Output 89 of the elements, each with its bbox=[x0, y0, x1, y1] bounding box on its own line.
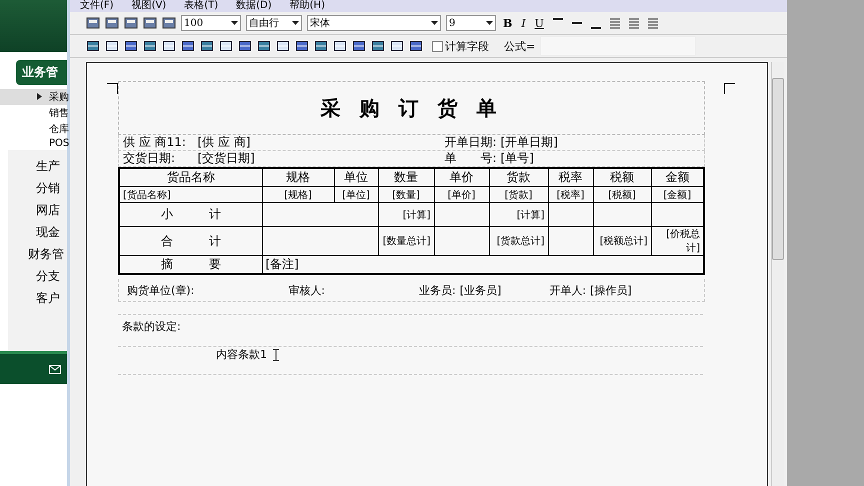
column-header: 货款 bbox=[489, 168, 548, 186]
menu-item[interactable]: 帮助(H) bbox=[290, 0, 325, 12]
table-cell: [规格] bbox=[262, 186, 334, 202]
table-cell: [货款] bbox=[489, 186, 548, 202]
signature-value: [业务员] bbox=[458, 282, 502, 298]
table-cell: [数量] bbox=[378, 186, 434, 202]
column-header: 单位 bbox=[334, 168, 378, 186]
module-item[interactable]: 生产 bbox=[36, 158, 60, 174]
align-right-icon[interactable] bbox=[646, 16, 660, 30]
table-cell: [价税总计] bbox=[651, 226, 704, 256]
table-cell bbox=[593, 202, 651, 226]
module-item[interactable]: 客户 bbox=[36, 290, 60, 306]
table-cell: [单价] bbox=[434, 186, 489, 202]
formula-field[interactable] bbox=[540, 36, 696, 56]
report-title: 采 购 订 货 单 bbox=[320, 94, 502, 122]
signature-value: [操作员] bbox=[589, 282, 632, 298]
module-item[interactable]: 分支 bbox=[36, 268, 60, 284]
triangle-icon bbox=[37, 93, 42, 100]
underline-button[interactable]: U bbox=[532, 16, 546, 30]
table-cell: [税额总计] bbox=[593, 226, 651, 256]
terms-item: 内容条款1 bbox=[216, 347, 267, 362]
field-label: 供 应 商11: bbox=[122, 134, 187, 151]
table-cell bbox=[334, 226, 378, 256]
caret-icon bbox=[486, 21, 493, 25]
corner-mark bbox=[724, 83, 735, 94]
field-label: 开单日期: bbox=[443, 134, 498, 151]
vertical-scrollbar[interactable] bbox=[771, 62, 784, 486]
caret-icon bbox=[292, 21, 299, 25]
caret-icon bbox=[231, 21, 238, 25]
table-cell bbox=[434, 226, 489, 256]
formula-label: 公式= bbox=[504, 38, 536, 54]
column-header: 单价 bbox=[434, 168, 489, 186]
module-item[interactable]: 网店 bbox=[36, 202, 60, 218]
signature-label: 开单人: bbox=[548, 282, 586, 298]
module-item[interactable]: 分销 bbox=[36, 180, 60, 196]
sidebar-item[interactable]: POS bbox=[0, 137, 67, 150]
column-header: 数量 bbox=[378, 168, 434, 186]
size-dropdown[interactable]: 9 bbox=[446, 15, 496, 31]
table-cell: [金额] bbox=[651, 186, 704, 202]
calc-field-checkbox[interactable]: 计算字段 bbox=[432, 38, 489, 54]
menu-item[interactable]: 表格(T) bbox=[184, 0, 218, 12]
italic-button[interactable]: I bbox=[519, 16, 528, 30]
zoom-dropdown[interactable]: 100 bbox=[181, 15, 241, 31]
table-cell bbox=[548, 226, 593, 256]
table-cell: [计算] bbox=[489, 202, 548, 226]
section-header[interactable]: 业务管 bbox=[16, 60, 67, 85]
table-cell: [计算] bbox=[378, 202, 434, 226]
font-dropdown[interactable]: 宋体 bbox=[307, 15, 441, 31]
signature-label: 业务员: bbox=[418, 282, 456, 298]
menu-item[interactable]: 视图(V) bbox=[132, 0, 166, 12]
sidebar-item[interactable]: 仓库 bbox=[0, 121, 67, 137]
align-left-icon[interactable] bbox=[608, 16, 622, 30]
table-cell: 小 计 bbox=[119, 202, 262, 226]
sidebar-item[interactable]: 采购 bbox=[0, 89, 67, 105]
field-label: 交货日期: bbox=[122, 150, 176, 167]
field-value: [交货日期] bbox=[197, 150, 256, 167]
table-cell: [税额] bbox=[593, 186, 651, 202]
signature-label: 购货单位(章): bbox=[126, 282, 194, 298]
table-cell: [单位] bbox=[334, 186, 378, 202]
mail-icon[interactable] bbox=[49, 364, 61, 374]
table-cell bbox=[434, 202, 489, 226]
table-cell: [数量总计] bbox=[378, 226, 434, 256]
table-cell: [税率] bbox=[548, 186, 593, 202]
table-cell bbox=[548, 202, 593, 226]
module-item[interactable]: 财务管 bbox=[28, 246, 64, 262]
terms-label: 条款的设定: bbox=[121, 319, 182, 334]
bold-button[interactable]: B bbox=[501, 16, 514, 30]
column-header: 税率 bbox=[548, 168, 593, 186]
column-header: 货品名称 bbox=[119, 168, 262, 186]
column-header: 金额 bbox=[651, 168, 704, 186]
row-mode-dropdown[interactable]: 自由行 bbox=[246, 15, 302, 31]
field-label: 单 号: bbox=[443, 150, 498, 167]
field-value: [单号] bbox=[500, 150, 535, 167]
signature-label: 审核人: bbox=[287, 282, 326, 298]
column-header: 税额 bbox=[593, 168, 651, 186]
align-center-icon[interactable] bbox=[626, 16, 641, 30]
menu-item[interactable]: 数据(D) bbox=[236, 0, 272, 12]
table-cell: [货品名称] bbox=[119, 186, 262, 202]
column-header: 规格 bbox=[262, 168, 334, 186]
table-cell: 合 计 bbox=[119, 226, 262, 256]
table-cell: [货款总计] bbox=[489, 226, 548, 256]
module-item[interactable]: 现金 bbox=[36, 224, 60, 240]
sidebar-item[interactable]: 销售 bbox=[0, 105, 67, 121]
corner-mark bbox=[107, 83, 118, 94]
text-cursor-icon bbox=[273, 348, 279, 360]
caret-icon bbox=[431, 21, 438, 25]
field-value: [开单日期] bbox=[500, 134, 559, 151]
field-value: [供 应 商] bbox=[197, 134, 252, 151]
table-cell bbox=[334, 202, 378, 226]
